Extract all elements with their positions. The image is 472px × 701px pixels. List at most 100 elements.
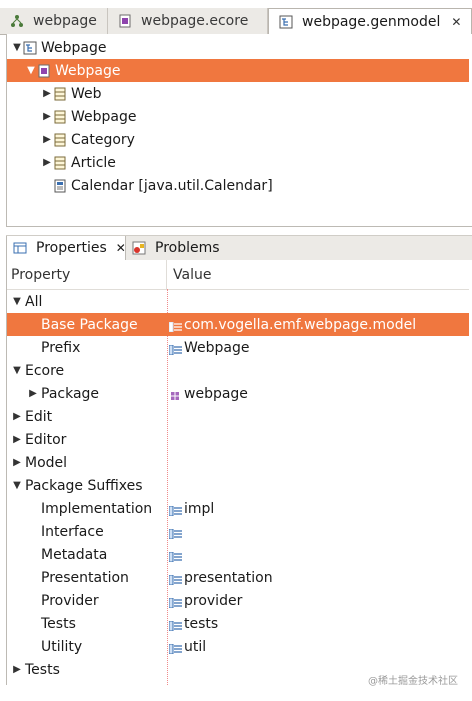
properties-icon <box>13 241 27 255</box>
property-label: Tests <box>41 615 76 632</box>
table-row[interactable]: Tests tests <box>7 612 469 635</box>
table-row[interactable]: Presentation presentation <box>7 566 469 589</box>
view-tab-bar: Properties ✕ Problems <box>6 235 472 261</box>
text-value-icon <box>168 642 182 654</box>
property-label: Base Package <box>41 316 138 333</box>
property-value[interactable]: tests <box>184 616 218 632</box>
tree-item-web[interactable]: ▶ Web <box>7 82 469 105</box>
tab-webpage-ecore[interactable]: webpage.ecore <box>108 8 268 34</box>
property-value[interactable]: provider <box>184 593 242 609</box>
eclass-icon <box>53 156 67 170</box>
property-label: Prefix <box>41 339 81 356</box>
property-label: Metadata <box>41 546 108 563</box>
table-row[interactable]: ▼ All <box>7 290 469 313</box>
expand-down-icon[interactable]: ▼ <box>11 480 23 491</box>
table-row[interactable]: Provider provider <box>7 589 469 612</box>
property-label: Interface <box>41 523 104 540</box>
expand-right-icon[interactable]: ▶ <box>11 664 23 675</box>
text-value-icon <box>168 573 182 585</box>
property-label: All <box>25 293 43 310</box>
tree-root[interactable]: ▼ Webpage <box>7 36 469 59</box>
table-row[interactable]: Utility util <box>7 635 469 658</box>
table-row[interactable]: ▼ Ecore <box>7 359 469 382</box>
property-label: Implementation <box>41 500 153 517</box>
expand-right-icon[interactable]: ▶ <box>41 111 53 122</box>
expand-down-icon[interactable]: ▼ <box>11 296 23 307</box>
tree-item-label: Category <box>71 131 135 148</box>
text-value-icon <box>168 343 182 355</box>
tab-label: Properties <box>36 240 107 256</box>
close-icon[interactable]: ✕ <box>116 241 126 255</box>
text-value-icon <box>168 320 182 332</box>
tab-properties[interactable]: Properties ✕ <box>6 236 126 260</box>
expand-down-icon[interactable]: ▼ <box>11 365 23 376</box>
property-value[interactable]: util <box>184 639 206 655</box>
table-row[interactable]: Metadata <box>7 543 469 566</box>
tab-webpage-diagram[interactable]: webpage <box>0 8 108 34</box>
table-row[interactable]: Implementation impl <box>7 497 469 520</box>
property-label: Tests <box>25 661 60 678</box>
tree-item-webpage[interactable]: ▶ Webpage <box>7 105 469 128</box>
edatatype-icon <box>53 179 67 193</box>
property-label: Presentation <box>41 569 129 586</box>
table-row[interactable]: ▶ Edit <box>7 405 469 428</box>
property-label: Package Suffixes <box>25 477 143 494</box>
ecore-package-icon <box>37 64 51 78</box>
expand-right-icon[interactable]: ▶ <box>41 134 53 145</box>
tree-selected-package[interactable]: ▼ Webpage <box>7 59 469 82</box>
expand-right-icon[interactable]: ▶ <box>27 388 39 399</box>
table-header: Property Value <box>7 260 469 290</box>
column-header-property[interactable]: Property <box>7 260 167 289</box>
property-value[interactable]: presentation <box>184 570 273 586</box>
close-icon[interactable]: ✕ <box>451 15 461 29</box>
text-value-icon <box>168 504 182 516</box>
expand-right-icon[interactable]: ▶ <box>41 88 53 99</box>
table-row[interactable]: ▼ Package Suffixes <box>7 474 469 497</box>
tree-item-article[interactable]: ▶ Article <box>7 151 469 174</box>
expand-right-icon[interactable]: ▶ <box>41 157 53 168</box>
expand-right-icon[interactable]: ▶ <box>11 457 23 468</box>
property-value[interactable]: impl <box>184 501 214 517</box>
tab-webpage-genmodel[interactable]: webpage.genmodel ✕ <box>268 8 472 35</box>
table-row[interactable]: Interface <box>7 520 469 543</box>
column-header-value[interactable]: Value <box>167 267 211 283</box>
expand-down-icon[interactable]: ▼ <box>11 42 23 53</box>
property-value[interactable]: webpage <box>184 386 248 402</box>
text-value-icon <box>168 527 182 539</box>
expand-right-icon[interactable]: ▶ <box>11 434 23 445</box>
eclass-icon <box>53 133 67 147</box>
tree-item-category[interactable]: ▶ Category <box>7 128 469 151</box>
genmodel-icon <box>279 15 293 29</box>
property-label: Utility <box>41 638 83 655</box>
text-value-icon <box>168 596 182 608</box>
editor-tab-bar: webpage webpage.ecore webpage.genmodel ✕ <box>0 8 472 35</box>
property-value[interactable]: Webpage <box>184 340 250 356</box>
tree-item-label: Webpage <box>71 108 137 125</box>
eclass-icon <box>53 87 67 101</box>
property-label: Editor <box>25 431 67 448</box>
ecore-diagram-icon <box>10 14 24 28</box>
table-row[interactable]: ▶ Model <box>7 451 469 474</box>
tree-root-label: Webpage <box>41 39 107 56</box>
expand-down-icon[interactable]: ▼ <box>25 65 37 76</box>
eclass-icon <box>53 110 67 124</box>
tab-label: webpage <box>33 13 97 29</box>
properties-table: Property Value ▼ All Base Package com.vog… <box>6 260 472 685</box>
genmodel-tree: ▼ Webpage ▼ Webpage ▶ Web ▶ Webpage ▶ Ca… <box>6 34 472 227</box>
watermark: @稀土掘金技术社区 <box>368 676 458 687</box>
tree-item-label: Web <box>71 85 102 102</box>
genmodel-icon <box>23 41 37 55</box>
tree-item-label: Calendar [java.util.Calendar] <box>71 177 273 194</box>
expand-right-icon[interactable]: ▶ <box>11 411 23 422</box>
table-row[interactable]: ▶ Editor <box>7 428 469 451</box>
table-row[interactable]: Prefix Webpage <box>7 336 469 359</box>
table-row[interactable]: Base Package com.vogella.emf.webpage.mod… <box>7 313 469 336</box>
tree-item-label: Article <box>71 154 116 171</box>
property-label: Edit <box>25 408 53 425</box>
table-row[interactable]: ▶ Package webpage <box>7 382 469 405</box>
tree-item-calendar[interactable]: Calendar [java.util.Calendar] <box>7 174 469 197</box>
tab-problems[interactable]: Problems <box>126 236 236 260</box>
tab-label: webpage.ecore <box>141 13 249 29</box>
property-value[interactable]: com.vogella.emf.webpage.model <box>184 317 416 333</box>
tab-label: Problems <box>155 240 220 256</box>
